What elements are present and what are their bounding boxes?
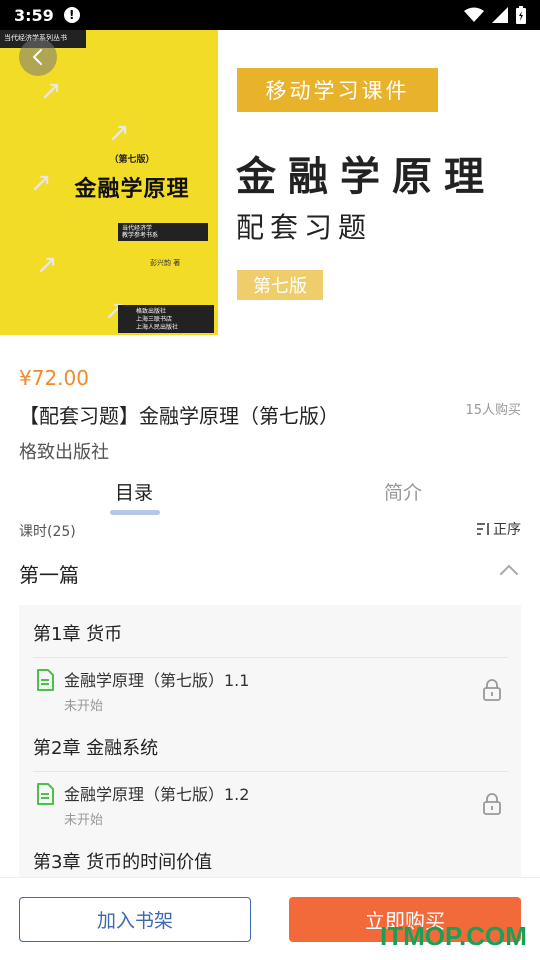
lock-icon	[483, 679, 501, 701]
signal-icon	[492, 7, 508, 23]
book-cover: 当代经济学系列丛书 ↗ ↗ ↗ ↗ ↗ （第七版） 金融学原理 当代经济学 教学…	[0, 30, 218, 335]
chapter-title: 第2章 金融系统	[33, 738, 159, 759]
cover-title-block: （第七版） 金融学原理	[52, 152, 212, 203]
course-banner: 当代经济学系列丛书 ↗ ↗ ↗ ↗ ↗ （第七版） 金融学原理 当代经济学 教学…	[0, 30, 540, 335]
lesson-name: 金融学原理（第七版）1.2	[64, 785, 250, 804]
sort-label: 正序	[493, 522, 521, 538]
cover-publisher-line: 格致出版社	[136, 308, 167, 315]
status-bar: 3:59 !	[0, 0, 540, 30]
alert-icon: !	[63, 7, 80, 23]
banner-title: 金融学原理	[236, 154, 496, 200]
arrow-decoration-icon: ↗	[40, 76, 62, 106]
lesson-status: 未开始	[64, 699, 104, 714]
tab-catalog[interactable]: 目录	[115, 478, 153, 505]
course-tag: 移动学习课件	[237, 68, 438, 112]
lesson-status: 未开始	[64, 813, 104, 828]
tab-intro[interactable]: 简介	[384, 478, 422, 505]
chapter-title: 第3章 货币的时间价值	[33, 852, 213, 873]
document-icon	[37, 783, 54, 805]
cover-edition: （第七版）	[109, 155, 155, 165]
cover-publisher-line: 上海三联书店	[136, 316, 173, 323]
cover-publisher-line: 上海人民出版社	[136, 324, 179, 331]
cover-plaque: 当代经济学 教学参考书系	[118, 223, 208, 241]
tab-indicator	[110, 510, 160, 515]
chapter-list: 第1章 货币 金融学原理（第七版）1.1 未开始 第2章 金融系统 金融学原理（…	[19, 605, 521, 880]
lock-icon	[483, 793, 501, 815]
back-button[interactable]	[19, 38, 57, 76]
buyer-count: 15人购买	[465, 403, 521, 418]
price: ¥72.00	[19, 366, 89, 390]
arrow-decoration-icon: ↗	[108, 118, 130, 148]
chevron-up-icon[interactable]	[499, 562, 519, 576]
arrow-decoration-icon: ↗	[36, 250, 58, 280]
cover-plaque-line: 教学参考书系	[122, 232, 159, 239]
cover-plaque-line: 当代经济学	[122, 225, 153, 232]
section-title: 第一篇	[19, 563, 79, 587]
tab-bar: 目录 简介	[0, 478, 540, 518]
sort-toggle[interactable]: 正序	[476, 519, 521, 539]
sort-icon	[477, 523, 489, 535]
wifi-icon	[464, 7, 484, 22]
lesson-name: 金融学原理（第七版）1.1	[64, 671, 250, 690]
publisher: 格致出版社	[19, 442, 109, 463]
cover-title: 金融学原理	[74, 176, 190, 202]
watermark: ITMOP.COM	[380, 921, 527, 951]
product-title: 【配套习题】金融学原理（第七版）	[19, 404, 339, 428]
status-time: 3:59	[14, 5, 54, 25]
battery-icon	[516, 6, 526, 24]
banner-subtitle: 配套习题	[236, 211, 373, 244]
cover-author: 彭兴韵 著	[150, 259, 181, 267]
section-header[interactable]: 第一篇	[0, 548, 540, 598]
add-to-shelf-button[interactable]: 加入书架	[19, 897, 251, 942]
lesson-row[interactable]: 金融学原理（第七版）1.2 未开始	[33, 771, 508, 833]
document-icon	[37, 669, 54, 691]
arrow-decoration-icon: ↗	[30, 168, 52, 198]
chapter-title: 第1章 货币	[33, 624, 123, 645]
chevron-left-icon	[33, 49, 42, 65]
edition-badge: 第七版	[237, 270, 323, 300]
cover-publisher: 格致出版社 上海三联书店 上海人民出版社	[118, 305, 214, 333]
lesson-row[interactable]: 金融学原理（第七版）1.1 未开始	[33, 657, 508, 719]
lesson-count: 课时(25)	[19, 524, 76, 540]
status-icons	[464, 6, 526, 24]
